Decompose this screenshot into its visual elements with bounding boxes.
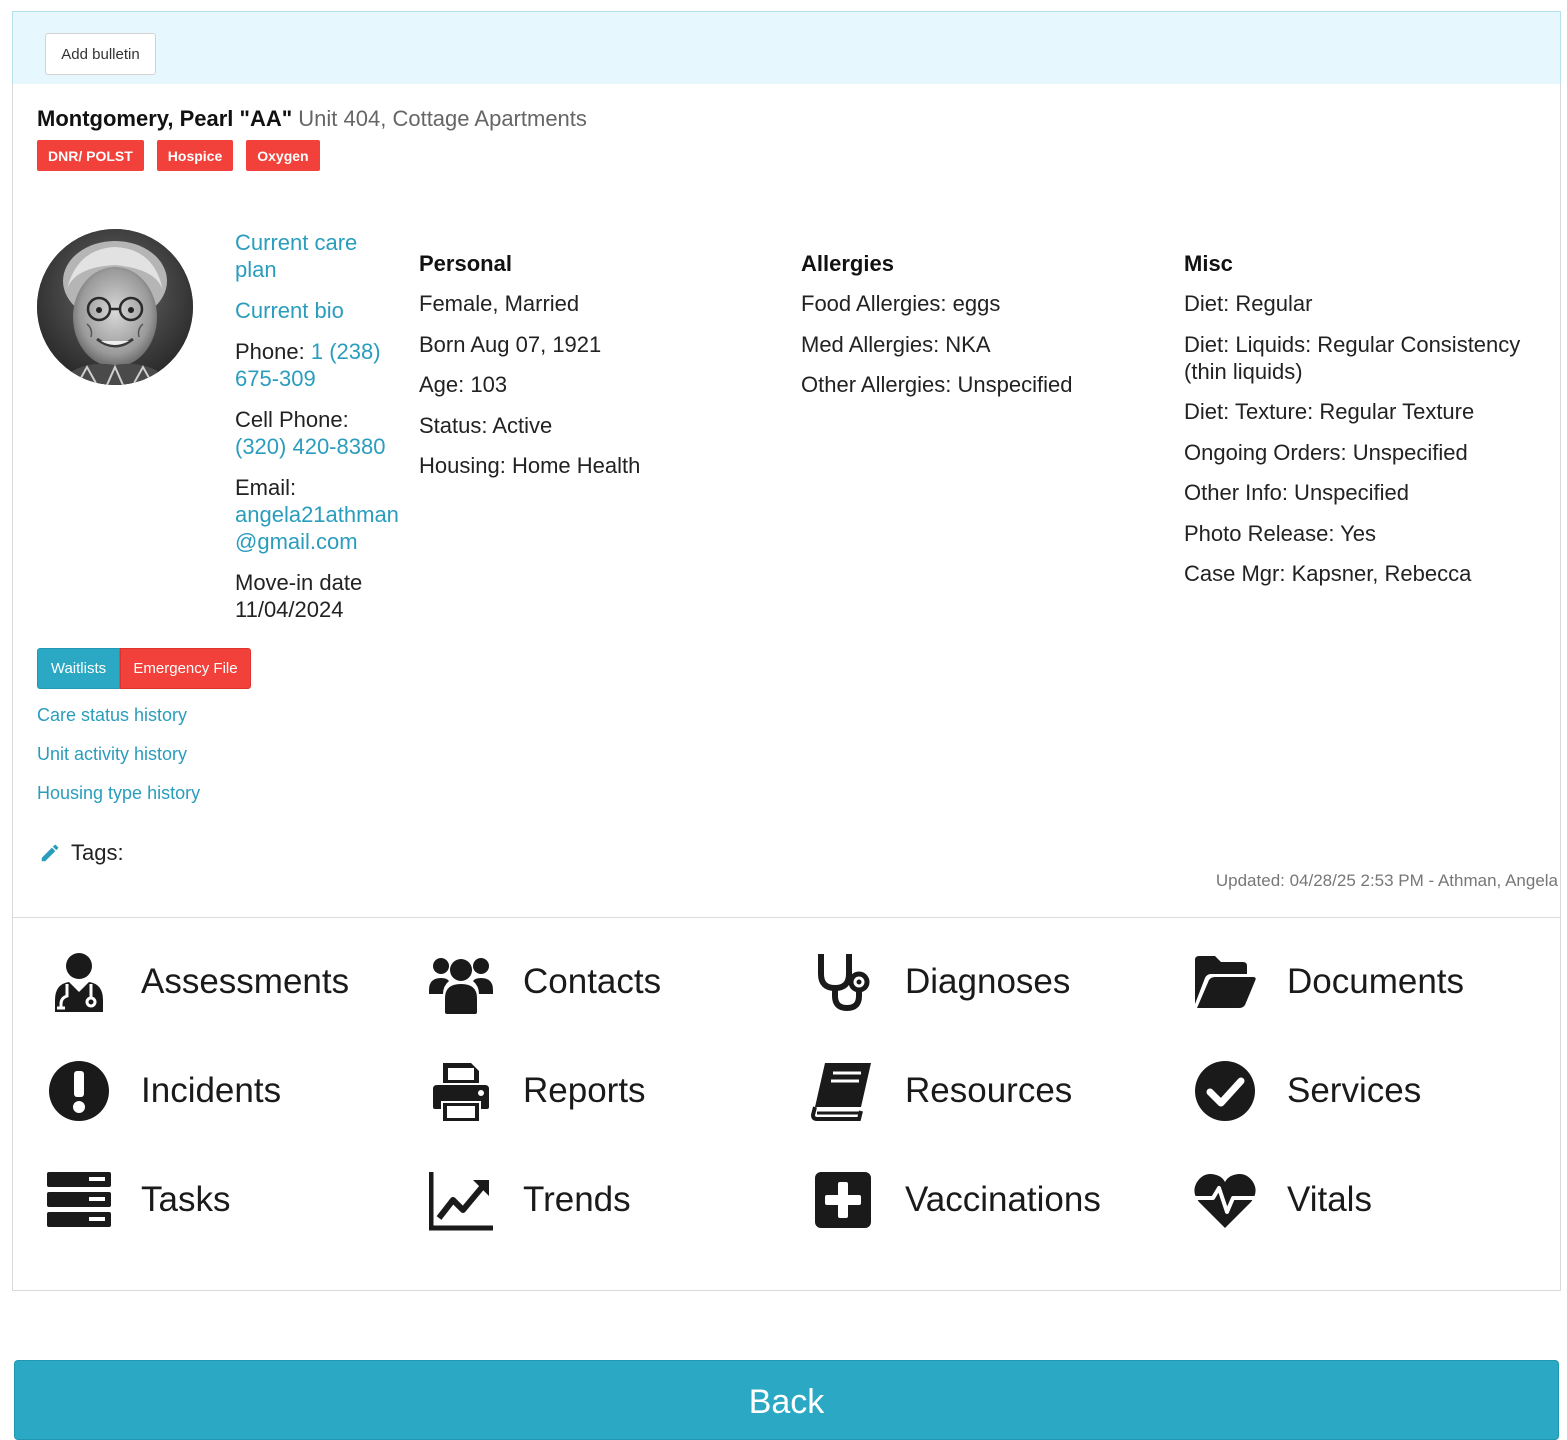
cell-label: Cell Phone:: [235, 407, 349, 432]
nav-reports-label: Reports: [523, 1071, 646, 1110]
misc-diet-texture: Diet: Texture: Regular Texture: [1184, 399, 1475, 424]
folder-open-icon: [1185, 942, 1265, 1022]
care-status-history-link[interactable]: Care status history: [37, 705, 187, 725]
allergies-heading: Allergies: [801, 251, 894, 276]
misc-diet-liquids: Diet: Liquids: Regular Consistency (thin…: [1184, 331, 1521, 384]
email-row: Email: angela21athman@gmail.com: [235, 474, 400, 555]
cell-phone-link[interactable]: (320) 420-8380: [235, 434, 385, 459]
nav-vitals[interactable]: Vitals: [1185, 1160, 1372, 1240]
personal-gender-marital: Female, Married: [419, 291, 580, 316]
nav-documents-label: Documents: [1287, 962, 1465, 1001]
tags-row: Tags:: [39, 840, 124, 866]
badge-oxygen: Oxygen: [246, 140, 320, 171]
nav-documents[interactable]: Documents: [1185, 942, 1464, 1022]
nav-incidents[interactable]: Incidents: [39, 1051, 281, 1131]
tags-label: Tags:: [71, 840, 124, 865]
back-button[interactable]: Back: [14, 1360, 1559, 1440]
user-doctor-icon: [39, 942, 119, 1022]
badge-dnr-polst: DNR/ POLST: [37, 140, 144, 171]
personal-status: Status: Active: [419, 412, 553, 438]
email-link[interactable]: angela21athman@gmail.com: [235, 502, 399, 554]
history-links: Care status history Unit activity histor…: [37, 704, 200, 821]
nav-contacts[interactable]: Contacts: [421, 942, 661, 1022]
book-icon: [803, 1051, 883, 1131]
nav-assessments-label: Assessments: [141, 962, 350, 1001]
status-badges: DNR/ POLST Hospice Oxygen: [37, 140, 320, 171]
nav-vitals-label: Vitals: [1287, 1180, 1372, 1219]
current-care-plan-link[interactable]: Current care plan: [235, 230, 357, 282]
nav-diagnoses[interactable]: Diagnoses: [803, 942, 1070, 1022]
contact-column: Current care plan Current bio Phone: 1 (…: [235, 229, 400, 637]
personal-age: Age: 103: [419, 372, 508, 397]
resident-panel: Montgomery, Pearl "AA" Unit 404, Cottage…: [12, 84, 1561, 1291]
action-button-group: Waitlists Emergency File: [37, 648, 251, 689]
chart-line-icon: [421, 1160, 501, 1240]
nav-vaccinations[interactable]: Vaccinations: [803, 1160, 1101, 1240]
nav-incidents-label: Incidents: [141, 1071, 282, 1110]
personal-born: Born Aug 07, 1921: [419, 331, 602, 357]
personal-heading: Personal: [419, 251, 512, 276]
phone-row: Phone: 1 (238) 675-309: [235, 338, 400, 392]
unit-activity-history-link[interactable]: Unit activity history: [37, 744, 187, 764]
movein-row: Move-in date 11/04/2024: [235, 569, 400, 623]
movein-label: Move-in date: [235, 570, 363, 595]
heartbeat-icon: [1185, 1160, 1265, 1240]
updated-timestamp: Updated: 04/28/25 2:53 PM - Athman, Ange…: [1215, 871, 1558, 890]
stethoscope-icon: [803, 942, 883, 1022]
users-icon: [421, 942, 501, 1022]
nav-tasks[interactable]: Tasks: [39, 1160, 230, 1240]
print-icon: [421, 1051, 501, 1131]
resident-unit: Unit 404, Cottage Apartments: [298, 106, 587, 131]
misc-diet: Diet: Regular: [1184, 291, 1313, 316]
avatar: [37, 229, 193, 385]
misc-heading: Misc: [1184, 251, 1233, 276]
nav-trends[interactable]: Trends: [421, 1160, 631, 1240]
pencil-icon[interactable]: [39, 842, 61, 864]
personal-section: Personal Female, Married Born Aug 07, 19…: [419, 250, 779, 493]
nav-services-label: Services: [1287, 1071, 1422, 1110]
misc-other-info: Other Info: Unspecified: [1184, 480, 1410, 505]
personal-housing: Housing: Home Health: [419, 453, 641, 478]
check-circle-icon: [1185, 1051, 1265, 1131]
nav-resources[interactable]: Resources: [803, 1051, 1072, 1131]
panel-divider: [13, 917, 1560, 918]
current-bio-link[interactable]: Current bio: [235, 298, 344, 323]
emergency-file-button[interactable]: Emergency File: [120, 648, 251, 689]
cell-row: Cell Phone: (320) 420-8380: [235, 406, 400, 460]
housing-type-history-link[interactable]: Housing type history: [37, 783, 200, 803]
nav-trends-label: Trends: [523, 1180, 631, 1219]
nav-resources-label: Resources: [905, 1071, 1073, 1110]
other-allergies: Other Allergies: Unspecified: [801, 372, 1073, 397]
nav-tasks-label: Tasks: [141, 1180, 231, 1219]
nav-services[interactable]: Services: [1185, 1051, 1421, 1131]
exclamation-circle-icon: [39, 1051, 119, 1131]
plus-square-icon: [803, 1160, 883, 1240]
movein-value: 11/04/2024: [235, 597, 344, 622]
resident-header: Montgomery, Pearl "AA" Unit 404, Cottage…: [37, 106, 587, 132]
misc-section: Misc Diet: Regular Diet: Liquids: Regula…: [1184, 250, 1544, 601]
add-bulletin-button[interactable]: Add bulletin: [45, 33, 156, 75]
med-allergies: Med Allergies: NKA: [801, 331, 991, 357]
misc-case-mgr: Case Mgr: Kapsner, Rebecca: [1184, 561, 1472, 586]
server-icon: [39, 1160, 119, 1240]
nav-contacts-label: Contacts: [523, 962, 662, 1001]
resident-name: Montgomery, Pearl "AA": [37, 106, 293, 131]
email-label: Email:: [235, 475, 297, 500]
bulletin-bar: Add bulletin: [12, 11, 1561, 85]
phone-label: Phone:: [235, 339, 305, 364]
nav-reports[interactable]: Reports: [421, 1051, 646, 1131]
nav-vaccinations-label: Vaccinations: [905, 1180, 1101, 1219]
badge-hospice: Hospice: [156, 140, 234, 171]
allergies-section: Allergies Food Allergies: eggs Med Aller…: [801, 250, 1161, 412]
nav-diagnoses-label: Diagnoses: [905, 962, 1071, 1001]
misc-photo-release: Photo Release: Yes: [1184, 520, 1377, 546]
misc-ongoing-orders: Ongoing Orders: Unspecified: [1184, 439, 1468, 465]
resident-photo: [37, 229, 193, 385]
nav-assessments[interactable]: Assessments: [39, 942, 349, 1022]
food-allergies: Food Allergies: eggs: [801, 291, 1001, 316]
waitlists-button[interactable]: Waitlists: [37, 648, 120, 689]
